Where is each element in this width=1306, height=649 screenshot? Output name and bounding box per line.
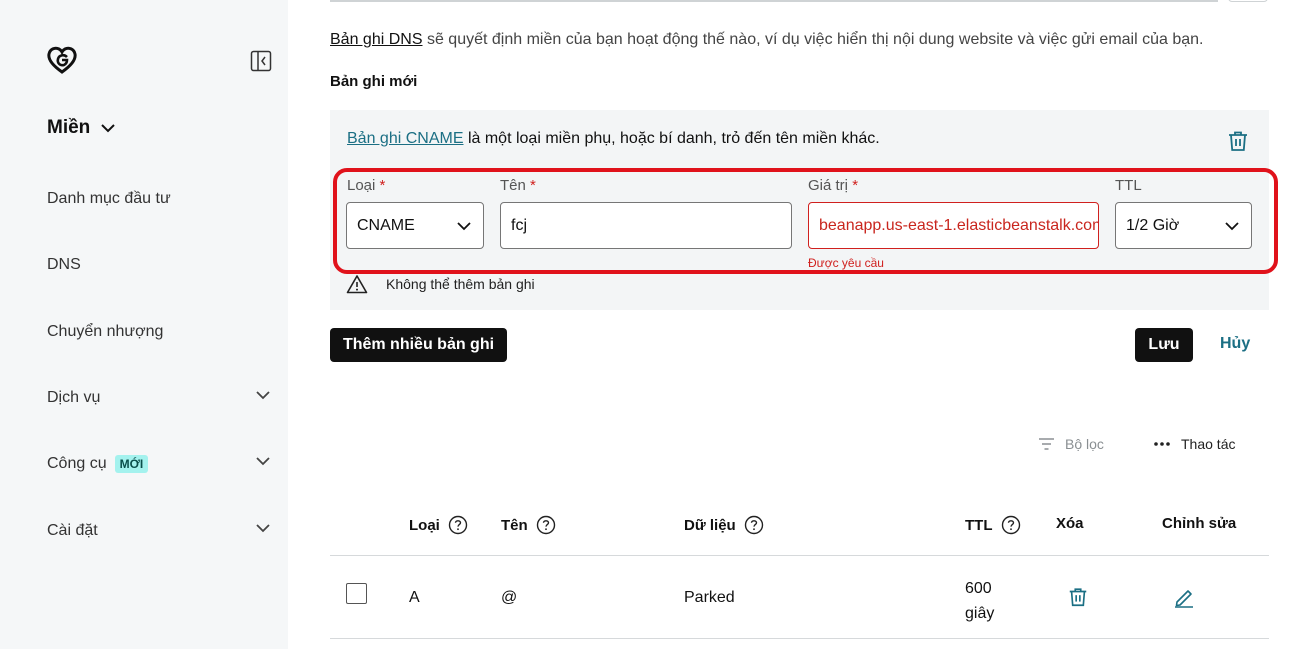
sidebar-item-label: Chuyển nhượng xyxy=(47,323,164,340)
dns-intro-text: Bản ghi DNS sẽ quyết định miền của bạn h… xyxy=(330,31,1204,49)
row-select-checkbox[interactable] xyxy=(346,583,367,604)
name-input-value: fcj xyxy=(511,216,527,234)
cname-record-link[interactable]: Bản ghi CNAME xyxy=(347,130,464,147)
ttl-select[interactable]: 1/2 Giờ xyxy=(1115,202,1252,249)
sidebar-item-portfolio[interactable]: Danh mục đầu tư xyxy=(47,187,272,211)
type-select[interactable]: CNAME xyxy=(346,202,484,249)
value-input[interactable]: beanapp.us-east-1.elasticbeanstalk.com xyxy=(808,202,1099,249)
sidebar-item-label: DNS xyxy=(47,256,81,273)
sidebar-heading-label: Miền xyxy=(47,117,91,138)
sidebar-item-transfer[interactable]: Chuyển nhượng xyxy=(47,320,272,344)
chevron-down-icon xyxy=(256,524,270,533)
required-mark: * xyxy=(530,177,536,194)
sidebar-item-label: Danh mục đầu tư xyxy=(47,190,171,207)
column-header-data: Dữ liệu xyxy=(684,515,764,535)
sidebar-heading-domains[interactable]: Miền xyxy=(47,117,116,139)
sidebar-item-settings[interactable]: Cài đặt xyxy=(47,519,272,543)
row-type: A xyxy=(409,589,420,606)
row-ttl: 600 giây xyxy=(965,576,994,626)
row-ttl-value: 600 xyxy=(965,580,992,597)
sidebar-item-tools[interactable]: Công cụ MỚI xyxy=(47,452,272,476)
warning-message: Không thể thêm bản ghi xyxy=(346,274,535,294)
godaddy-logo-icon[interactable] xyxy=(46,45,78,75)
warning-text: Không thể thêm bản ghi xyxy=(386,276,535,292)
actions-button[interactable]: Thao tác xyxy=(1153,436,1235,452)
name-input[interactable]: fcj xyxy=(500,202,792,249)
sidebar-item-label: Dịch vụ xyxy=(47,389,101,406)
row-name: @ xyxy=(501,589,518,606)
sidebar-item-label: Công cụ xyxy=(47,455,107,472)
column-header-edit: Chỉnh sửa xyxy=(1162,515,1237,532)
chevron-down-icon xyxy=(256,457,270,466)
name-label-text: Tên xyxy=(500,177,526,194)
cancel-button[interactable]: Hủy xyxy=(1220,335,1250,353)
chevron-down-icon xyxy=(101,124,115,133)
help-question-icon[interactable] xyxy=(744,515,764,535)
filter-label: Bộ lọc xyxy=(1065,436,1104,452)
type-select-value: CNAME xyxy=(357,216,415,234)
help-question-icon[interactable] xyxy=(1001,515,1021,535)
chevron-down-icon xyxy=(256,391,270,400)
value-error-message: Được yêu cầu xyxy=(808,256,884,270)
ttl-label: TTL xyxy=(1115,177,1142,194)
table-header-divider xyxy=(330,555,1269,556)
chevron-down-icon xyxy=(457,221,471,230)
sidebar-item-services[interactable]: Dịch vụ xyxy=(47,386,272,410)
value-input-value: beanapp.us-east-1.elasticbeanstalk.com xyxy=(819,216,1099,234)
chevron-down-icon xyxy=(1225,221,1239,230)
warning-triangle-icon xyxy=(346,275,368,294)
cname-description-text: là một loại miền phụ, hoặc bí danh, trỏ … xyxy=(463,130,880,147)
column-header-type: Loại xyxy=(409,515,468,535)
more-dots-icon xyxy=(1154,442,1170,446)
column-header-label: Loại xyxy=(409,516,440,534)
cname-description: Bản ghi CNAME là một loại miền phụ, hoặc… xyxy=(347,130,880,148)
column-header-delete: Xóa xyxy=(1056,515,1084,532)
row-data: Parked xyxy=(684,589,735,606)
ttl-select-value: 1/2 Giờ xyxy=(1126,216,1180,234)
column-header-label: Tên xyxy=(501,516,528,534)
add-more-records-button[interactable]: Thêm nhiều bản ghi xyxy=(330,328,507,362)
filter-icon xyxy=(1039,438,1054,450)
sidebar-item-dns[interactable]: DNS xyxy=(47,253,272,277)
help-question-icon[interactable] xyxy=(536,515,556,535)
save-button[interactable]: Lưu xyxy=(1135,328,1193,362)
required-mark: * xyxy=(379,177,386,194)
actions-label: Thao tác xyxy=(1181,436,1236,452)
new-badge: MỚI xyxy=(114,455,149,473)
required-mark: * xyxy=(852,177,859,194)
divider xyxy=(330,0,1218,2)
filter-button[interactable]: Bộ lọc xyxy=(1038,436,1104,452)
type-label-text: Loại xyxy=(347,177,376,194)
delete-new-record-trash-icon[interactable] xyxy=(1226,129,1250,153)
sidebar: Miền Danh mục đầu tư DNS Chuyển nhượng D… xyxy=(0,0,288,649)
column-header-name: Tên xyxy=(501,515,556,535)
new-record-title: Bản ghi mới xyxy=(330,73,418,90)
sidebar-item-label: Cài đặt xyxy=(47,522,98,539)
collapse-sidebar-icon[interactable] xyxy=(250,50,272,72)
top-control-edge xyxy=(1228,0,1268,2)
value-label: Giá trị * xyxy=(808,177,858,194)
dns-records-link[interactable]: Bản ghi DNS xyxy=(330,31,423,48)
row-ttl-unit: giây xyxy=(965,605,995,622)
row-edit-pencil-icon[interactable] xyxy=(1173,586,1195,608)
intro-description: sẽ quyết định miền của bạn hoạt động thế… xyxy=(422,31,1204,48)
row-delete-trash-icon[interactable] xyxy=(1067,586,1089,608)
value-label-text: Giá trị xyxy=(808,177,849,194)
column-header-label: TTL xyxy=(965,516,993,534)
name-label: Tên * xyxy=(500,177,536,194)
table-row-divider xyxy=(330,638,1269,639)
column-header-label: Dữ liệu xyxy=(684,516,736,534)
column-header-ttl: TTL xyxy=(965,515,1021,535)
type-label: Loại * xyxy=(347,177,385,194)
help-question-icon[interactable] xyxy=(448,515,468,535)
ttl-label-text: TTL xyxy=(1115,177,1142,194)
